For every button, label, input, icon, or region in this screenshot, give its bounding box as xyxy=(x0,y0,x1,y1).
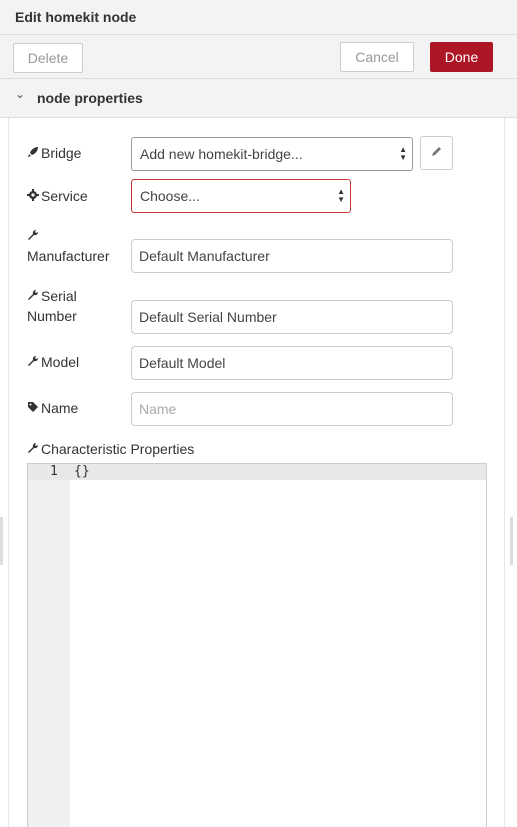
code-line[interactable]: {} xyxy=(74,464,90,480)
tray-header: Edit homekit node xyxy=(0,0,517,35)
wrench-icon xyxy=(27,226,41,246)
service-select[interactable]: Choose... ▲ ▼ xyxy=(131,179,351,213)
wrench-icon xyxy=(27,352,41,372)
serial-number-input[interactable]: Default Serial Number xyxy=(131,300,453,334)
model-input[interactable]: Default Model xyxy=(131,346,453,380)
bridge-select[interactable]: Add new homekit-bridge... ▲ ▼ xyxy=(131,137,413,171)
tray-title: Edit homekit node xyxy=(15,9,137,25)
active-line xyxy=(28,464,486,480)
code-editor[interactable]: 1 {} xyxy=(27,463,487,827)
edit-bridge-button[interactable] xyxy=(420,136,453,170)
select-arrows-icon: ▲ ▼ xyxy=(399,145,407,162)
done-button[interactable]: Done xyxy=(430,42,493,72)
name-label: Name xyxy=(27,398,78,418)
resize-handle-right[interactable] xyxy=(510,517,513,565)
bridge-label: Bridge xyxy=(27,143,81,163)
rocket-icon xyxy=(27,143,41,163)
delete-button[interactable]: Delete xyxy=(13,43,83,73)
serial-label: Serial Number xyxy=(27,286,77,324)
node-properties-header[interactable]: ⌄ node properties xyxy=(0,79,517,118)
name-input[interactable]: Name xyxy=(131,392,453,426)
manufacturer-input[interactable]: Default Manufacturer xyxy=(131,239,453,273)
pencil-icon xyxy=(431,145,442,160)
wrench-icon xyxy=(27,439,41,459)
editor-gutter xyxy=(28,464,70,827)
select-arrows-icon: ▲ ▼ xyxy=(337,187,345,204)
model-label: Model xyxy=(27,352,79,372)
section-title: node properties xyxy=(37,90,143,106)
tray-toolbar: Delete Cancel Done xyxy=(0,35,517,79)
tag-icon xyxy=(27,398,41,418)
gear-icon xyxy=(27,186,41,206)
wrench-icon xyxy=(27,286,41,306)
manufacturer-label: Manufacturer xyxy=(27,226,109,266)
resize-handle-left[interactable] xyxy=(0,517,3,565)
service-label: Choose...Service xyxy=(27,186,88,206)
characteristic-label: Characteristic Properties xyxy=(27,439,194,459)
line-number: 1 xyxy=(50,464,58,479)
chevron-down-icon: ⌄ xyxy=(15,87,26,101)
cancel-button[interactable]: Cancel xyxy=(340,42,414,72)
